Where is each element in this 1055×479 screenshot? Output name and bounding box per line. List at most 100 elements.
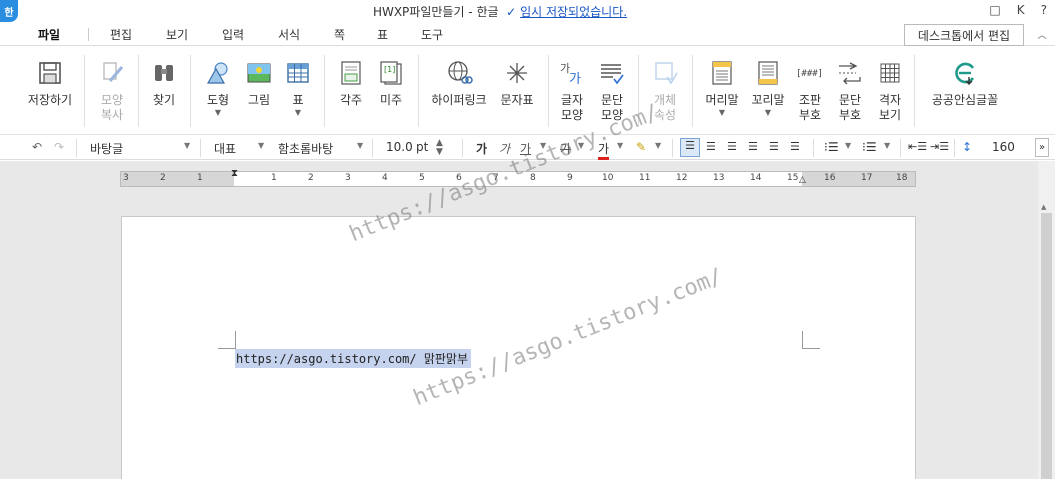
ruler-number: 1 — [197, 173, 203, 183]
comment-icon[interactable]: □ — [989, 3, 1000, 17]
redo-icon[interactable]: ↷ — [54, 140, 64, 154]
shape-copy-button[interactable]: 모양 복사 — [92, 59, 132, 123]
chevron-down-icon[interactable]: ▼ — [357, 141, 363, 150]
font-select[interactable]: 함초롬바탕 — [278, 140, 333, 157]
para-marks-icon — [836, 59, 864, 87]
menu-insert[interactable]: 입력 — [222, 26, 244, 43]
chevron-down-icon[interactable]: ▼ — [282, 108, 314, 118]
chevron-down-icon[interactable]: ▼ — [258, 141, 264, 150]
symbol-button[interactable]: 문자표 — [496, 59, 538, 108]
chevron-down-icon[interactable]: ▼ — [184, 141, 190, 150]
ruler-number: 4 — [382, 173, 388, 183]
highlighter-icon[interactable]: ✎ — [636, 140, 646, 154]
toolbar-divider — [813, 139, 814, 157]
endnote-icon: [1] — [377, 59, 405, 87]
font-size-stepper[interactable]: ▲ ▼ — [436, 139, 443, 157]
chevron-down-icon[interactable]: ▼ — [702, 108, 742, 118]
save-label: 저장하기 — [27, 93, 73, 107]
right-indent-marker[interactable]: △ — [799, 175, 806, 185]
svg-text:[1]: [1] — [384, 65, 395, 74]
vertical-scrollbar[interactable]: ▲ — [1038, 161, 1055, 479]
distribute-align-icon[interactable]: ☰ — [769, 140, 779, 153]
ribbon-divider — [418, 55, 419, 127]
shape-copy-label-2: 복사 — [100, 108, 124, 122]
menu-page[interactable]: 쪽 — [334, 26, 345, 43]
bullet-list-icon[interactable]: ⁝☰ — [824, 140, 839, 154]
edit-on-desktop-button[interactable]: 데스크톱에서 편집 — [904, 24, 1024, 46]
indent-increase-icon[interactable]: ⇥☰ — [930, 140, 949, 153]
menu-tools[interactable]: 도구 — [421, 26, 443, 43]
chevron-down-icon[interactable]: ▼ — [884, 141, 890, 150]
chevron-down-icon[interactable]: ▼ — [617, 141, 623, 150]
left-indent-marker[interactable]: ⧗ — [231, 168, 238, 179]
header-button[interactable]: 머리말 ▼ — [702, 59, 742, 118]
endnote-button[interactable]: [1] 미주 — [374, 59, 408, 108]
footer-button[interactable]: 꼬리말 ▼ — [748, 59, 788, 118]
document-workspace[interactable]: 3 2 1 1 2 3 4 5 6 7 8 9 10 11 12 13 14 1… — [0, 161, 1055, 479]
menu-view[interactable]: 보기 — [166, 26, 188, 43]
more-tools-icon[interactable]: » — [1035, 138, 1049, 157]
shape-button[interactable]: 도형 ▼ — [200, 59, 236, 118]
undo-icon[interactable]: ↶ — [32, 140, 42, 154]
scroll-up-icon[interactable]: ▲ — [1041, 203, 1046, 211]
layout-marks-button[interactable]: [###] 조판 부호 — [794, 59, 826, 123]
font-size-input[interactable]: 10.0 — [386, 140, 413, 154]
toolbar-divider — [672, 139, 673, 157]
account-button[interactable]: K — [1017, 3, 1025, 17]
chevron-down-icon[interactable]: ▼ — [655, 141, 661, 150]
justify-align-icon[interactable]: ☰ — [680, 138, 700, 157]
align-left-icon[interactable]: ☰ — [706, 140, 716, 153]
line-spacing-input[interactable]: 160 — [992, 140, 1015, 154]
toolbar-divider — [200, 139, 201, 157]
ruler-number: 16 — [824, 173, 836, 183]
char-shape-icon: 가가 — [558, 59, 586, 87]
save-button[interactable]: 저장하기 — [24, 59, 76, 108]
para-marks-label-1: 문단 — [838, 93, 862, 107]
save-status[interactable]: 임시 저장되었습니다. — [520, 5, 627, 19]
document-text-selection[interactable]: https://asgo.tistory.com/ 맑판맑부 — [235, 349, 472, 368]
split-align-icon[interactable]: ☰ — [790, 140, 800, 153]
char-shape-button[interactable]: 가가 글자 모양 — [556, 59, 588, 123]
ruler-number: 2 — [308, 173, 314, 183]
menu-table[interactable]: 표 — [377, 26, 388, 43]
numbered-list-icon[interactable]: ⁝☰ — [862, 140, 877, 154]
public-font-button[interactable]: 공공안심글꼴 — [924, 59, 1006, 108]
endnote-label: 미주 — [379, 93, 403, 107]
align-right-icon[interactable]: ☰ — [748, 140, 758, 153]
shape-icon — [204, 59, 232, 87]
style-select[interactable]: 바탕글 — [90, 140, 123, 157]
scrollbar-thumb[interactable] — [1041, 213, 1052, 479]
menu-file[interactable]: 파일 — [38, 26, 60, 43]
chevron-down-icon[interactable]: ▼ — [748, 108, 788, 118]
find-button[interactable]: 찾기 — [146, 59, 182, 108]
align-center-icon[interactable]: ☰ — [727, 140, 737, 153]
para-marks-button[interactable]: 문단 부호 — [834, 59, 866, 123]
ruler-number: 5 — [419, 173, 425, 183]
symbol-icon — [503, 59, 531, 87]
language-select[interactable]: 대표 — [214, 140, 236, 157]
grid-view-label-2: 보기 — [878, 108, 902, 122]
ribbon-collapse-icon[interactable]: ︿ — [1036, 28, 1048, 41]
indent-decrease-icon[interactable]: ⇤☰ — [908, 140, 927, 153]
chevron-down-icon[interactable]: ▼ — [845, 141, 851, 150]
picture-button[interactable]: 그림 — [242, 59, 276, 108]
check-icon: ✓ — [502, 5, 517, 19]
public-font-icon — [951, 59, 979, 87]
footnote-button[interactable]: 각주 — [334, 59, 368, 108]
bold-button[interactable]: 가 — [476, 140, 487, 157]
menu-edit[interactable]: 편집 — [110, 26, 132, 43]
ruler-number: 12 — [676, 173, 688, 183]
table-button[interactable]: 표 ▼ — [282, 59, 314, 118]
layout-marks-label-1: 조판 — [798, 93, 822, 107]
help-icon[interactable]: ? — [1041, 3, 1047, 17]
grid-view-button[interactable]: 격자 보기 — [874, 59, 906, 123]
footnote-icon — [337, 59, 365, 87]
menu-format[interactable]: 서식 — [278, 26, 300, 43]
chevron-down-icon[interactable]: ▼ — [200, 108, 236, 118]
hyperlink-label: 하이퍼링크 — [431, 93, 487, 107]
hyperlink-button[interactable]: 하이퍼링크 — [426, 59, 492, 108]
para-shape-icon — [598, 59, 626, 87]
table-icon — [284, 59, 312, 87]
italic-button[interactable]: 가 — [499, 140, 510, 157]
ribbon-divider — [324, 55, 325, 127]
